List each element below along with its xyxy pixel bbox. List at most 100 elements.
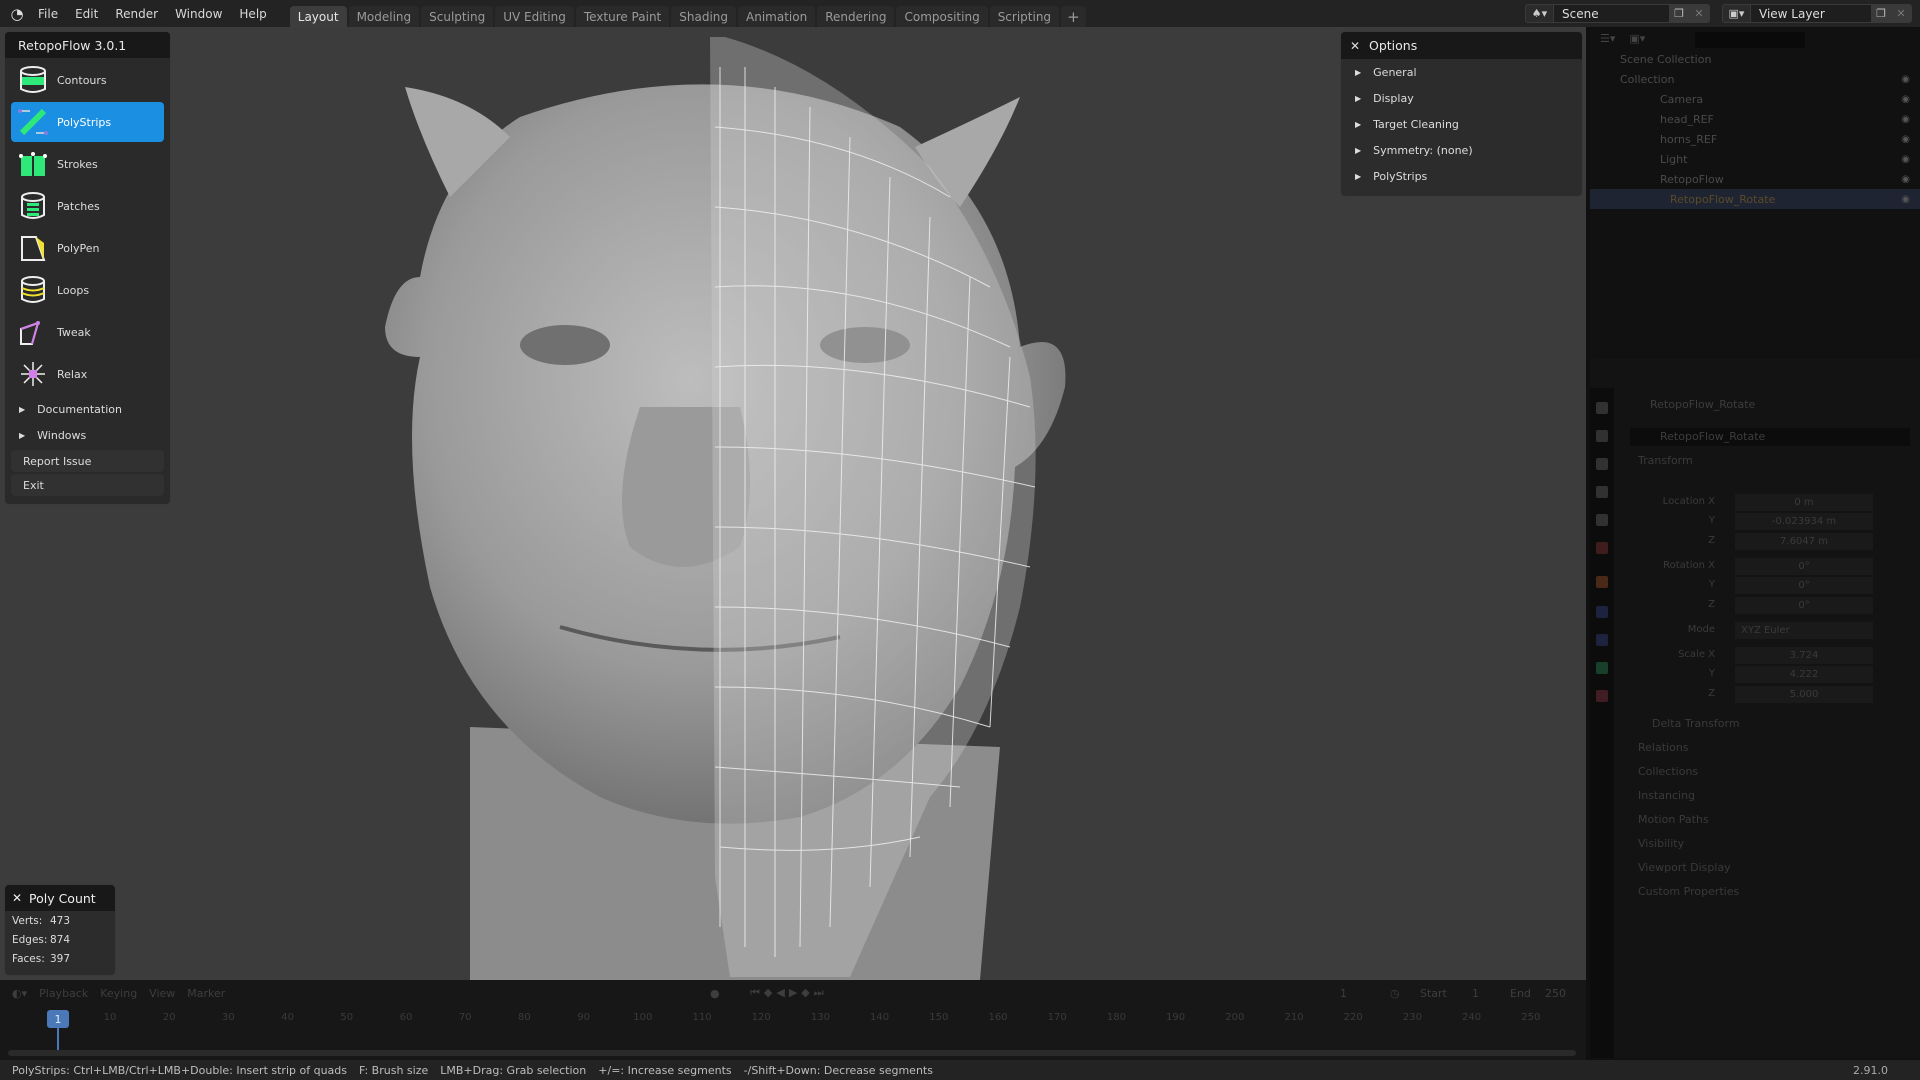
- scene-name[interactable]: Scene: [1554, 5, 1669, 22]
- eye-icon[interactable]: ◉: [1901, 154, 1910, 165]
- rotation-mode-select[interactable]: XYZ Euler: [1735, 622, 1873, 639]
- texture-tab-icon[interactable]: [1596, 690, 1608, 702]
- tab-scripting[interactable]: Scripting: [989, 6, 1060, 27]
- tool-patches[interactable]: Patches: [11, 186, 164, 226]
- new-view-layer-icon[interactable]: ❐: [1871, 5, 1891, 22]
- outliner-item[interactable]: Camera ◉: [1590, 89, 1920, 109]
- tool-contours[interactable]: Contours: [11, 60, 164, 100]
- clock-icon[interactable]: ◷: [1390, 987, 1400, 1000]
- scale-y-field[interactable]: 4.222: [1735, 666, 1873, 683]
- outliner-item[interactable]: RetopoFlow ◉: [1590, 169, 1920, 189]
- data-name-field[interactable]: RetopoFlow_Rotate: [1630, 428, 1910, 446]
- playback-controls[interactable]: ⏮◆◀▶◆⏭: [750, 986, 828, 1000]
- tool-strokes[interactable]: Strokes: [11, 144, 164, 184]
- outliner-item[interactable]: head_REF ◉: [1590, 109, 1920, 129]
- add-workspace-button[interactable]: +: [1061, 6, 1086, 27]
- display-mode-icon[interactable]: ☰▾: [1600, 32, 1615, 45]
- close-icon[interactable]: ✕: [5, 891, 29, 905]
- menu-help[interactable]: Help: [239, 7, 266, 21]
- menu-keying[interactable]: Keying: [100, 987, 137, 1000]
- object-tab-icon[interactable]: [1596, 576, 1608, 588]
- tool-polypen[interactable]: PolyPen: [11, 228, 164, 268]
- menu-edit[interactable]: Edit: [75, 7, 98, 21]
- menu-view[interactable]: View: [149, 987, 175, 1000]
- filter-icon[interactable]: ▣▾: [1629, 32, 1645, 45]
- tab-animation[interactable]: Animation: [738, 6, 816, 27]
- exit-button[interactable]: Exit: [11, 474, 164, 496]
- constraints-tab-icon[interactable]: [1596, 662, 1608, 674]
- view-layer-tab-icon[interactable]: [1596, 486, 1608, 498]
- editor-type-icon[interactable]: ◐▾: [12, 987, 27, 1000]
- modifier-tab-icon[interactable]: [1596, 606, 1608, 618]
- tool-loops[interactable]: Loops: [11, 270, 164, 310]
- view-layer-selector[interactable]: ▣▾ View Layer ❐ ✕: [1722, 4, 1912, 23]
- delete-scene-icon[interactable]: ✕: [1689, 5, 1709, 22]
- eye-icon[interactable]: ◉: [1901, 94, 1910, 105]
- end-frame-field[interactable]: 250: [1545, 987, 1566, 1000]
- scale-z-field[interactable]: 5.000: [1735, 686, 1873, 703]
- close-icon[interactable]: ✕: [1341, 39, 1369, 53]
- eye-icon[interactable]: ◉: [1901, 134, 1910, 145]
- blender-logo-icon[interactable]: ◔: [4, 0, 30, 27]
- tab-rendering[interactable]: Rendering: [817, 6, 895, 27]
- frame-ruler[interactable]: 10 20 30 40 50 60 70 80 90 100 110 120 130 140 150 160 1…: [0, 1012, 1586, 1030]
- tab-uv-editing[interactable]: UV Editing: [495, 6, 574, 27]
- option-symmetry[interactable]: ▶ Symmetry: (none): [1341, 137, 1582, 163]
- start-frame-field[interactable]: 1: [1472, 987, 1479, 1000]
- report-issue-button[interactable]: Report Issue: [11, 450, 164, 472]
- current-frame-indicator[interactable]: 1: [47, 1010, 69, 1028]
- current-frame-field[interactable]: 1: [1340, 987, 1347, 1000]
- menu-file[interactable]: File: [38, 7, 58, 21]
- record-icon[interactable]: ●: [710, 987, 720, 1000]
- visibility-section[interactable]: Visibility: [1638, 837, 1684, 850]
- tab-modeling[interactable]: Modeling: [348, 6, 420, 27]
- view-layer-name[interactable]: View Layer: [1751, 5, 1871, 22]
- tool-tab-icon[interactable]: [1596, 402, 1608, 414]
- menu-playback[interactable]: Playback: [39, 987, 88, 1000]
- tab-compositing[interactable]: Compositing: [896, 6, 988, 27]
- option-target-cleaning[interactable]: ▶ Target Cleaning: [1341, 111, 1582, 137]
- instancing-section[interactable]: Instancing: [1638, 789, 1695, 802]
- eye-icon[interactable]: ◉: [1901, 174, 1910, 185]
- outliner-search-input[interactable]: [1695, 32, 1805, 48]
- option-display[interactable]: ▶ Display: [1341, 85, 1582, 111]
- scale-x-field[interactable]: 3.724: [1735, 647, 1873, 664]
- eye-icon[interactable]: ◉: [1901, 74, 1910, 85]
- menu-marker[interactable]: Marker: [187, 987, 225, 1000]
- tool-relax[interactable]: Relax: [11, 354, 164, 394]
- outliner-item-selected[interactable]: RetopoFlow_Rotate ◉: [1590, 189, 1920, 209]
- outliner-item[interactable]: horns_REF ◉: [1590, 129, 1920, 149]
- rotation-z-field[interactable]: 0°: [1735, 597, 1873, 614]
- tool-polystrips[interactable]: PolyStrips: [11, 102, 164, 142]
- eye-icon[interactable]: ◉: [1901, 194, 1910, 205]
- delta-transform-section[interactable]: Delta Transform: [1652, 717, 1740, 730]
- tab-layout[interactable]: Layout: [289, 6, 347, 27]
- option-polystrips[interactable]: ▶ PolyStrips: [1341, 163, 1582, 189]
- physics-tab-icon[interactable]: [1596, 634, 1608, 646]
- outliner-collection[interactable]: Collection ◉: [1590, 69, 1920, 89]
- option-general[interactable]: ▶ General: [1341, 59, 1582, 85]
- new-scene-icon[interactable]: ❐: [1669, 5, 1689, 22]
- transform-section[interactable]: Transform: [1638, 454, 1693, 467]
- relations-section[interactable]: Relations: [1638, 741, 1689, 754]
- retopoflow-title[interactable]: RetopoFlow 3.0.1: [5, 32, 170, 58]
- rotation-y-field[interactable]: 0°: [1735, 577, 1873, 594]
- custom-properties-section[interactable]: Custom Properties: [1638, 885, 1739, 898]
- tool-tweak[interactable]: Tweak: [11, 312, 164, 352]
- menu-window[interactable]: Window: [175, 7, 222, 21]
- rotation-x-field[interactable]: 0°: [1735, 558, 1873, 575]
- timeline-scrollbar[interactable]: [8, 1050, 1576, 1056]
- outliner-scene-collection[interactable]: Scene Collection: [1590, 49, 1920, 69]
- menu-render[interactable]: Render: [115, 7, 158, 21]
- scene-tab-icon[interactable]: [1596, 514, 1608, 526]
- section-documentation[interactable]: ▶ Documentation: [5, 396, 170, 422]
- tab-shading[interactable]: Shading: [671, 6, 736, 27]
- section-windows[interactable]: ▶ Windows: [5, 422, 170, 448]
- eye-icon[interactable]: ◉: [1901, 114, 1910, 125]
- delete-view-layer-icon[interactable]: ✕: [1891, 5, 1911, 22]
- location-z-field[interactable]: 7.6047 m: [1735, 533, 1873, 550]
- location-x-field[interactable]: 0 m: [1735, 494, 1873, 511]
- world-tab-icon[interactable]: [1596, 542, 1608, 554]
- output-tab-icon[interactable]: [1596, 458, 1608, 470]
- location-y-field[interactable]: -0.023934 m: [1735, 513, 1873, 530]
